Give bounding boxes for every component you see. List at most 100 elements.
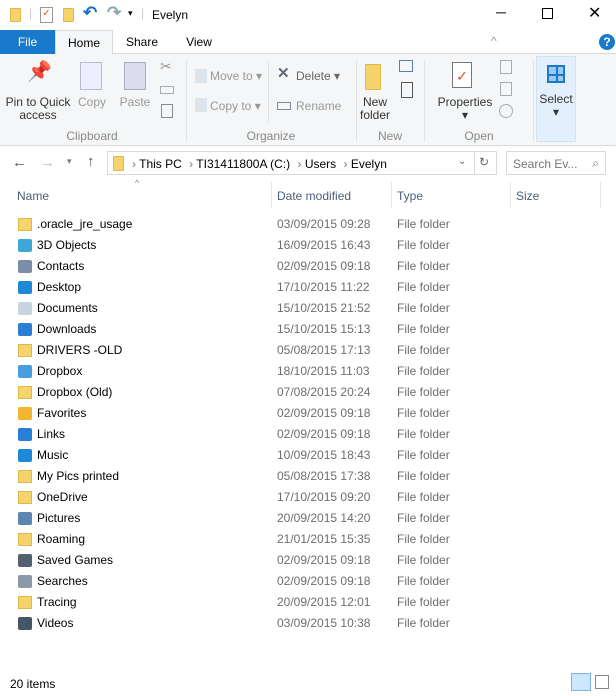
collapse-ribbon-icon[interactable]: ^: [491, 34, 497, 48]
delete-button[interactable]: Delete ▾: [296, 70, 340, 83]
redo-icon[interactable]: ↷: [107, 3, 121, 23]
easy-access-icon[interactable]: [401, 82, 413, 98]
file-row[interactable]: Desktop 17/10/2015 11:22 File folder: [0, 277, 616, 298]
file-type: File folder: [397, 595, 450, 609]
paste-button[interactable]: Paste: [117, 96, 153, 109]
tab-share[interactable]: Share: [118, 30, 166, 54]
file-row[interactable]: Documents 15/10/2015 21:52 File folder: [0, 298, 616, 319]
large-icons-view-button[interactable]: [595, 675, 609, 689]
file-row[interactable]: Saved Games 02/09/2015 09:18 File folder: [0, 550, 616, 571]
ribbon-tabs: File Home Share View ^ ?: [0, 30, 616, 55]
details-view-button[interactable]: [571, 673, 591, 691]
file-row[interactable]: Favorites 02/09/2015 09:18 File folder: [0, 403, 616, 424]
tab-view[interactable]: View: [176, 30, 222, 54]
file-date: 02/09/2015 09:18: [277, 259, 371, 273]
folder-icon: [18, 470, 32, 483]
file-row[interactable]: Videos 03/09/2015 10:38 File folder: [0, 613, 616, 634]
group-label-new: New: [377, 129, 402, 143]
links-icon: [18, 428, 32, 441]
delete-label: Delete: [296, 69, 331, 83]
file-name: Music: [37, 448, 69, 462]
properties-qa-icon[interactable]: ✓: [40, 7, 53, 23]
crumb-this-pc[interactable]: This PC: [139, 157, 182, 171]
close-button[interactable]: ✕: [588, 3, 601, 23]
crumb-evelyn[interactable]: Evelyn: [351, 157, 387, 171]
file-name: Dropbox (Old): [37, 385, 113, 399]
divider: [474, 152, 475, 174]
file-row[interactable]: Roaming 21/01/2015 15:35 File folder: [0, 529, 616, 550]
3d-objects-icon: [18, 239, 32, 252]
file-row[interactable]: .oracle_jre_usage 03/09/2015 09:28 File …: [0, 214, 616, 235]
new-folder-icon: [365, 64, 381, 90]
new-folder-qa-icon[interactable]: [63, 8, 74, 22]
file-date: 20/09/2015 14:20: [277, 511, 371, 525]
file-row[interactable]: Downloads 15/10/2015 15:13 File folder: [0, 319, 616, 340]
refresh-icon[interactable]: ↻: [479, 155, 489, 169]
file-row[interactable]: Searches 02/09/2015 09:18 File folder: [0, 571, 616, 592]
folder-icon: [18, 218, 32, 231]
searches-icon: [18, 575, 32, 588]
file-row[interactable]: DRIVERS -OLD 05/08/2015 17:13 File folde…: [0, 340, 616, 361]
file-name: Saved Games: [37, 553, 114, 567]
undo-icon[interactable]: ↶: [83, 3, 97, 23]
column-header-date[interactable]: Date modified: [277, 185, 351, 207]
new-folder-button[interactable]: New folder: [356, 96, 394, 122]
help-icon[interactable]: ?: [599, 34, 615, 50]
search-input[interactable]: Search Ev... ⌕: [506, 151, 606, 175]
file-type: File folder: [397, 616, 450, 630]
address-bar[interactable]: › This PC › TI31411800A (C:) › Users › E…: [107, 151, 497, 175]
column-header-name[interactable]: Name: [17, 185, 49, 207]
ribbon: 📌 Pin to Quick access Copy Paste ✂ Clipb…: [0, 54, 616, 146]
copy-button[interactable]: Copy: [76, 96, 108, 109]
file-row[interactable]: OneDrive 17/10/2015 09:20 File folder: [0, 487, 616, 508]
select-icon: [547, 65, 565, 83]
pin-to-quick-access-button[interactable]: Pin to Quick access: [4, 96, 72, 122]
history-icon[interactable]: [499, 104, 513, 118]
address-dropdown-icon[interactable]: ⌄: [458, 156, 466, 167]
back-button[interactable]: ←: [12, 154, 27, 171]
file-row[interactable]: Links 02/09/2015 09:18 File folder: [0, 424, 616, 445]
minimize-button[interactable]: ─: [496, 4, 506, 20]
file-row[interactable]: My Pics printed 05/08/2015 17:38 File fo…: [0, 466, 616, 487]
recent-locations-icon[interactable]: ▾: [67, 156, 72, 167]
file-row[interactable]: 3D Objects 16/09/2015 16:43 File folder: [0, 235, 616, 256]
edit-icon[interactable]: [500, 82, 512, 96]
tab-file[interactable]: File: [0, 30, 55, 54]
file-date: 15/10/2015 21:52: [277, 301, 371, 315]
cut-icon[interactable]: ✂: [160, 59, 172, 73]
new-item-icon[interactable]: [399, 60, 413, 72]
column-header-type[interactable]: Type: [397, 185, 423, 207]
file-row[interactable]: Dropbox (Old) 07/08/2015 20:24 File fold…: [0, 382, 616, 403]
file-type: File folder: [397, 490, 450, 504]
rename-button[interactable]: Rename: [296, 100, 341, 113]
maximize-button[interactable]: [542, 8, 553, 19]
forward-button[interactable]: →: [40, 154, 55, 171]
tab-home[interactable]: Home: [55, 30, 113, 55]
open-icon[interactable]: [500, 60, 512, 74]
crumb-users[interactable]: Users: [305, 157, 336, 171]
file-type: File folder: [397, 280, 450, 294]
file-row[interactable]: Contacts 02/09/2015 09:18 File folder: [0, 256, 616, 277]
file-row[interactable]: Music 10/09/2015 18:43 File folder: [0, 445, 616, 466]
file-row[interactable]: Dropbox 18/10/2015 11:03 File folder: [0, 361, 616, 382]
properties-button[interactable]: Properties ▾: [437, 96, 493, 122]
up-button[interactable]: ↑: [87, 153, 95, 170]
copy-path-icon[interactable]: [160, 86, 174, 94]
file-row[interactable]: Pictures 20/09/2015 14:20 File folder: [0, 508, 616, 529]
select-button[interactable]: Select ▾: [536, 56, 576, 142]
file-row[interactable]: Tracing 20/09/2015 12:01 File folder: [0, 592, 616, 613]
file-name: Roaming: [37, 532, 86, 546]
folder-icon: [18, 344, 32, 357]
file-name: Downloads: [37, 322, 97, 336]
crumb-drive[interactable]: TI31411800A (C:): [196, 157, 290, 171]
paste-shortcut-icon[interactable]: [161, 104, 173, 118]
customize-qa-icon[interactable]: ▾: [128, 8, 133, 19]
copy-to-button[interactable]: Copy to ▾: [210, 100, 261, 113]
file-name: 3D Objects: [37, 238, 97, 252]
file-name: .oracle_jre_usage: [37, 217, 133, 231]
file-date: 18/10/2015 11:03: [277, 364, 370, 378]
move-to-button[interactable]: Move to ▾: [210, 70, 262, 83]
group-label-organize: Organize: [246, 129, 296, 143]
file-name: Desktop: [37, 280, 82, 294]
column-header-size[interactable]: Size: [516, 185, 539, 207]
